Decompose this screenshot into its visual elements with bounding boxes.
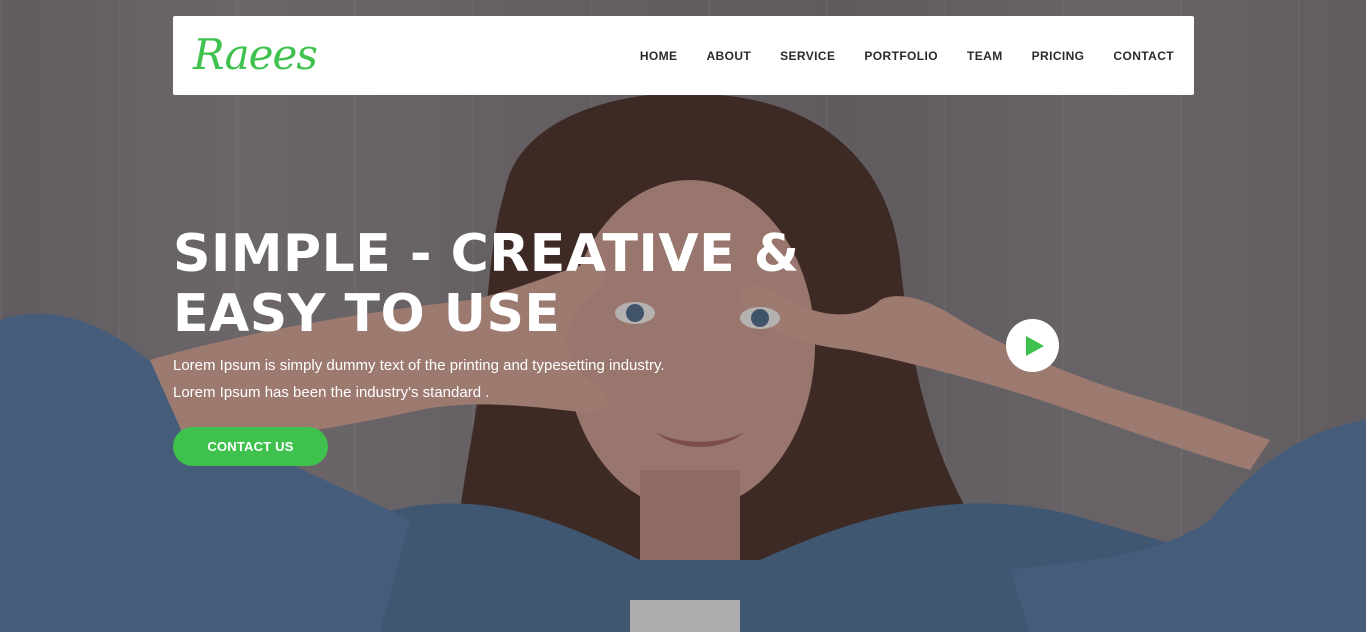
hero-description: Lorem Ipsum is simply dummy text of the … xyxy=(173,352,733,406)
nav-item-team[interactable]: TEAM xyxy=(967,49,1003,63)
hero-description-line-2: Lorem Ipsum has been the industry's stan… xyxy=(173,384,490,401)
play-icon xyxy=(1025,335,1044,356)
brand-logo[interactable]: Raees xyxy=(193,33,318,76)
nav-item-about[interactable]: ABOUT xyxy=(706,49,751,63)
top-navbar: Raees HOME ABOUT SERVICE PORTFOLIO TEAM … xyxy=(173,16,1194,95)
contact-us-button[interactable]: CONTACT US xyxy=(173,427,328,466)
hero-headline-line-2: EASY TO USE xyxy=(173,284,561,344)
nav-item-portfolio[interactable]: PORTFOLIO xyxy=(864,49,938,63)
hero-headline-line-1: SIMPLE - CREATIVE & xyxy=(173,224,800,284)
hero-description-line-1: Lorem Ipsum is simply dummy text of the … xyxy=(173,357,665,374)
nav-item-service[interactable]: SERVICE xyxy=(780,49,835,63)
play-video-button[interactable] xyxy=(1006,319,1059,372)
hero-headline: SIMPLE - CREATIVE & EASY TO USE xyxy=(173,224,813,344)
nav-item-contact[interactable]: CONTACT xyxy=(1113,49,1174,63)
nav-item-home[interactable]: HOME xyxy=(640,49,678,63)
main-nav: HOME ABOUT SERVICE PORTFOLIO TEAM PRICIN… xyxy=(611,49,1174,63)
nav-item-pricing[interactable]: PRICING xyxy=(1032,49,1085,63)
